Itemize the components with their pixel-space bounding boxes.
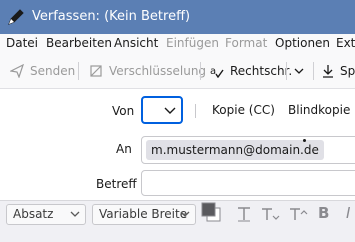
pen-icon	[8, 9, 24, 25]
menu-format[interactable]: Format	[225, 36, 267, 50]
italic-icon[interactable]: I	[346, 204, 350, 222]
menu-einfuegen[interactable]: Einfügen	[166, 36, 219, 50]
menu-optionen[interactable]: Optionen	[275, 36, 330, 50]
send-button[interactable]: Senden	[10, 62, 75, 80]
menu-bar: Datei Bearbeiten Ansicht Einfügen Format…	[0, 34, 355, 54]
spelling-label: Rechtschr.	[230, 64, 293, 78]
svg-text:a: a	[210, 66, 216, 77]
spelling-button[interactable]: a Rechtschr.	[210, 62, 292, 80]
recipient-pill[interactable]: m.mustermann@domain.de	[146, 140, 324, 160]
send-label: Senden	[30, 64, 76, 78]
menu-extras[interactable]: Extr	[336, 36, 355, 50]
toolbar: Senden Verschlüsselung a Rechtschr. Sp	[0, 54, 355, 89]
toolbar-separator	[313, 62, 314, 80]
from-select[interactable]	[141, 96, 183, 124]
text-cursor	[303, 139, 306, 142]
spellcheck-icon: a	[210, 66, 224, 78]
chevron-down-icon	[70, 211, 80, 217]
toolbar-separator	[78, 62, 79, 80]
menu-ansicht[interactable]: Ansicht	[114, 36, 158, 50]
download-icon	[323, 65, 333, 78]
cc-button[interactable]: Kopie (CC)	[212, 103, 275, 117]
bold-icon[interactable]: B	[318, 204, 329, 222]
window-title: Verfassen: (Kein Betreff)	[32, 9, 191, 24]
menu-bearbeiten[interactable]: Bearbeiten	[46, 36, 112, 50]
text-color-icon[interactable]	[200, 201, 222, 223]
from-label: Von	[112, 104, 135, 118]
font-select[interactable]: Variable Breite	[92, 204, 196, 225]
larger-font-icon[interactable]	[288, 205, 308, 223]
font-size-reset-icon[interactable]	[236, 205, 252, 223]
subject-label: Betreff	[96, 177, 137, 191]
spelling-dropdown[interactable]	[294, 62, 310, 80]
toolbar-separator	[200, 62, 201, 80]
encryption-icon	[90, 65, 102, 77]
to-label: An	[116, 142, 132, 156]
encryption-label: Verschlüsselung	[109, 64, 207, 78]
toolbar-separator	[286, 62, 287, 80]
paragraph-format-value: Absatz	[13, 207, 54, 221]
save-button[interactable]: Sp	[322, 62, 355, 80]
paragraph-format-select[interactable]: Absatz	[6, 204, 86, 225]
font-value: Variable Breite	[99, 207, 188, 221]
chevron-down-icon	[294, 68, 304, 74]
header-separator	[195, 104, 196, 118]
subject-field[interactable]	[141, 170, 355, 196]
menu-datei[interactable]: Datei	[6, 36, 38, 50]
encryption-button[interactable]: Verschlüsselung	[89, 62, 206, 80]
title-bar: Verfassen: (Kein Betreff)	[0, 0, 355, 34]
chevron-down-icon	[180, 211, 190, 217]
smaller-font-icon[interactable]	[260, 205, 280, 223]
send-icon	[10, 64, 24, 78]
save-label: Sp	[340, 64, 355, 78]
bcc-button[interactable]: Blindkopie (Bl	[288, 103, 355, 117]
chevron-down-icon	[164, 107, 176, 114]
